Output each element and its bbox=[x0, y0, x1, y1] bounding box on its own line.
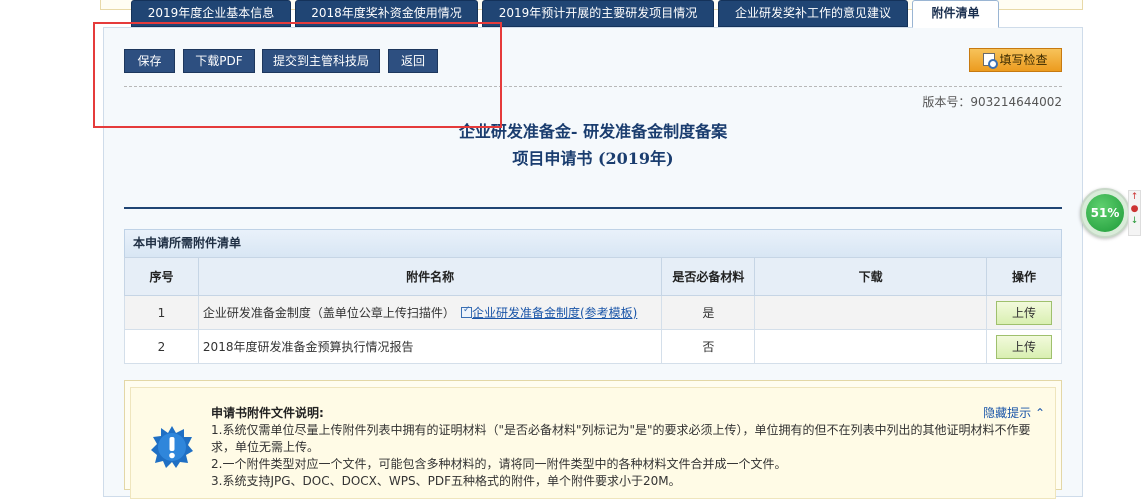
upload-button[interactable]: 上传 bbox=[995, 334, 1052, 359]
attachment-table: 序号 附件名称 是否必备材料 下载 操作 1 企业研发准备金制度（盖单位公章上传… bbox=[124, 257, 1063, 364]
row-name-cell: 企业研发准备金制度（盖单位公章上传扫描件） 企业研发准备金制度(参考模板) bbox=[197, 295, 663, 330]
template-document-icon bbox=[460, 305, 472, 318]
tab-underline bbox=[124, 207, 1062, 209]
magnifier-document-icon bbox=[983, 53, 999, 69]
row-required: 是 bbox=[661, 295, 756, 330]
version-number: 版本号：903214644002 bbox=[922, 95, 1062, 109]
attachment-section-title: 本申请所需附件清单 bbox=[124, 229, 1062, 257]
table-header-row: 序号 附件名称 是否必备材料 下载 操作 bbox=[124, 257, 1063, 296]
notice-line: 3.系统支持JPG、DOC、DOCX、WPS、PDF五种格式的附件，单个附件要求… bbox=[211, 474, 681, 488]
arrow-up-icon: ↑ bbox=[1130, 192, 1139, 202]
hide-tips-link[interactable]: 隐藏提示 ⌃ bbox=[983, 404, 1045, 421]
row-download bbox=[754, 329, 987, 364]
header-download: 下载 bbox=[754, 257, 987, 296]
table-row: 1 企业研发准备金制度（盖单位公章上传扫描件） 企业研发准备金制度(参考模板) 是… bbox=[124, 295, 1063, 330]
hide-tips-label: 隐藏提示 bbox=[983, 406, 1032, 420]
highlight-box bbox=[93, 22, 502, 128]
dot-icon: ● bbox=[1130, 204, 1139, 214]
notice-lines: 1.系统仅需单位尽量上传附件列表中拥有的证明材料（"是否必备材料"列标记为"是"… bbox=[211, 422, 1051, 490]
double-chevron-up-icon: ⌃ bbox=[1034, 406, 1045, 420]
fill-check-button[interactable]: 填写检查 bbox=[969, 48, 1062, 72]
arrow-down-icon: ↓ bbox=[1130, 216, 1139, 226]
fill-check-label: 填写检查 bbox=[999, 53, 1048, 67]
template-link[interactable]: 企业研发准备金制度(参考模板) bbox=[472, 306, 637, 320]
row-no: 2 bbox=[124, 329, 199, 364]
row-name: 2018年度研发准备金预算执行情况报告 bbox=[197, 329, 663, 364]
row-download bbox=[754, 295, 987, 330]
notice-line: 2.一个附件类型对应一个文件，可能包含多种材料的，请将同一附件类型中的各种材料文… bbox=[211, 457, 787, 471]
table-row: 2 2018年度研发准备金预算执行情况报告 否 上传 bbox=[124, 329, 1063, 364]
notice-inner-box: 申请书附件文件说明: 隐藏提示 ⌃ 1.系统仅需单位尽量上传附件列表中拥有的证明… bbox=[130, 387, 1056, 499]
upload-button[interactable]: 上传 bbox=[995, 300, 1052, 325]
page-subtitle: 项目申请书 (2019年) bbox=[512, 149, 674, 168]
header-action: 操作 bbox=[985, 257, 1063, 296]
header-name: 附件名称 bbox=[197, 257, 663, 296]
tab-suggestions[interactable]: 企业研发奖补工作的意见建议 bbox=[718, 0, 908, 27]
tab-rd-projects[interactable]: 2019年预计开展的主要研发项目情况 bbox=[482, 0, 714, 27]
row-action-cell: 上传 bbox=[985, 295, 1063, 330]
row-action-cell: 上传 bbox=[985, 329, 1063, 364]
attachment-notice: 申请书附件文件说明: 隐藏提示 ⌃ 1.系统仅需单位尽量上传附件列表中拥有的证明… bbox=[124, 380, 1062, 499]
speed-gauge[interactable]: 51% bbox=[1080, 188, 1130, 238]
gauge-side-panel: ↑ ● ↓ bbox=[1128, 190, 1141, 236]
row-required: 否 bbox=[661, 329, 756, 364]
gauge-value: 51% bbox=[1086, 194, 1124, 232]
header-no: 序号 bbox=[124, 257, 199, 296]
exclamation-icon bbox=[151, 426, 193, 468]
header-required: 是否必备材料 bbox=[661, 257, 756, 296]
notice-title: 申请书附件文件说明: bbox=[211, 406, 324, 420]
tab-attachments[interactable]: 附件清单 bbox=[912, 0, 999, 28]
notice-line: 1.系统仅需单位尽量上传附件列表中拥有的证明材料（"是否必备材料"列标记为"是"… bbox=[211, 423, 1031, 454]
row-no: 1 bbox=[124, 295, 199, 330]
row-name: 企业研发准备金制度（盖单位公章上传扫描件） bbox=[202, 306, 455, 320]
